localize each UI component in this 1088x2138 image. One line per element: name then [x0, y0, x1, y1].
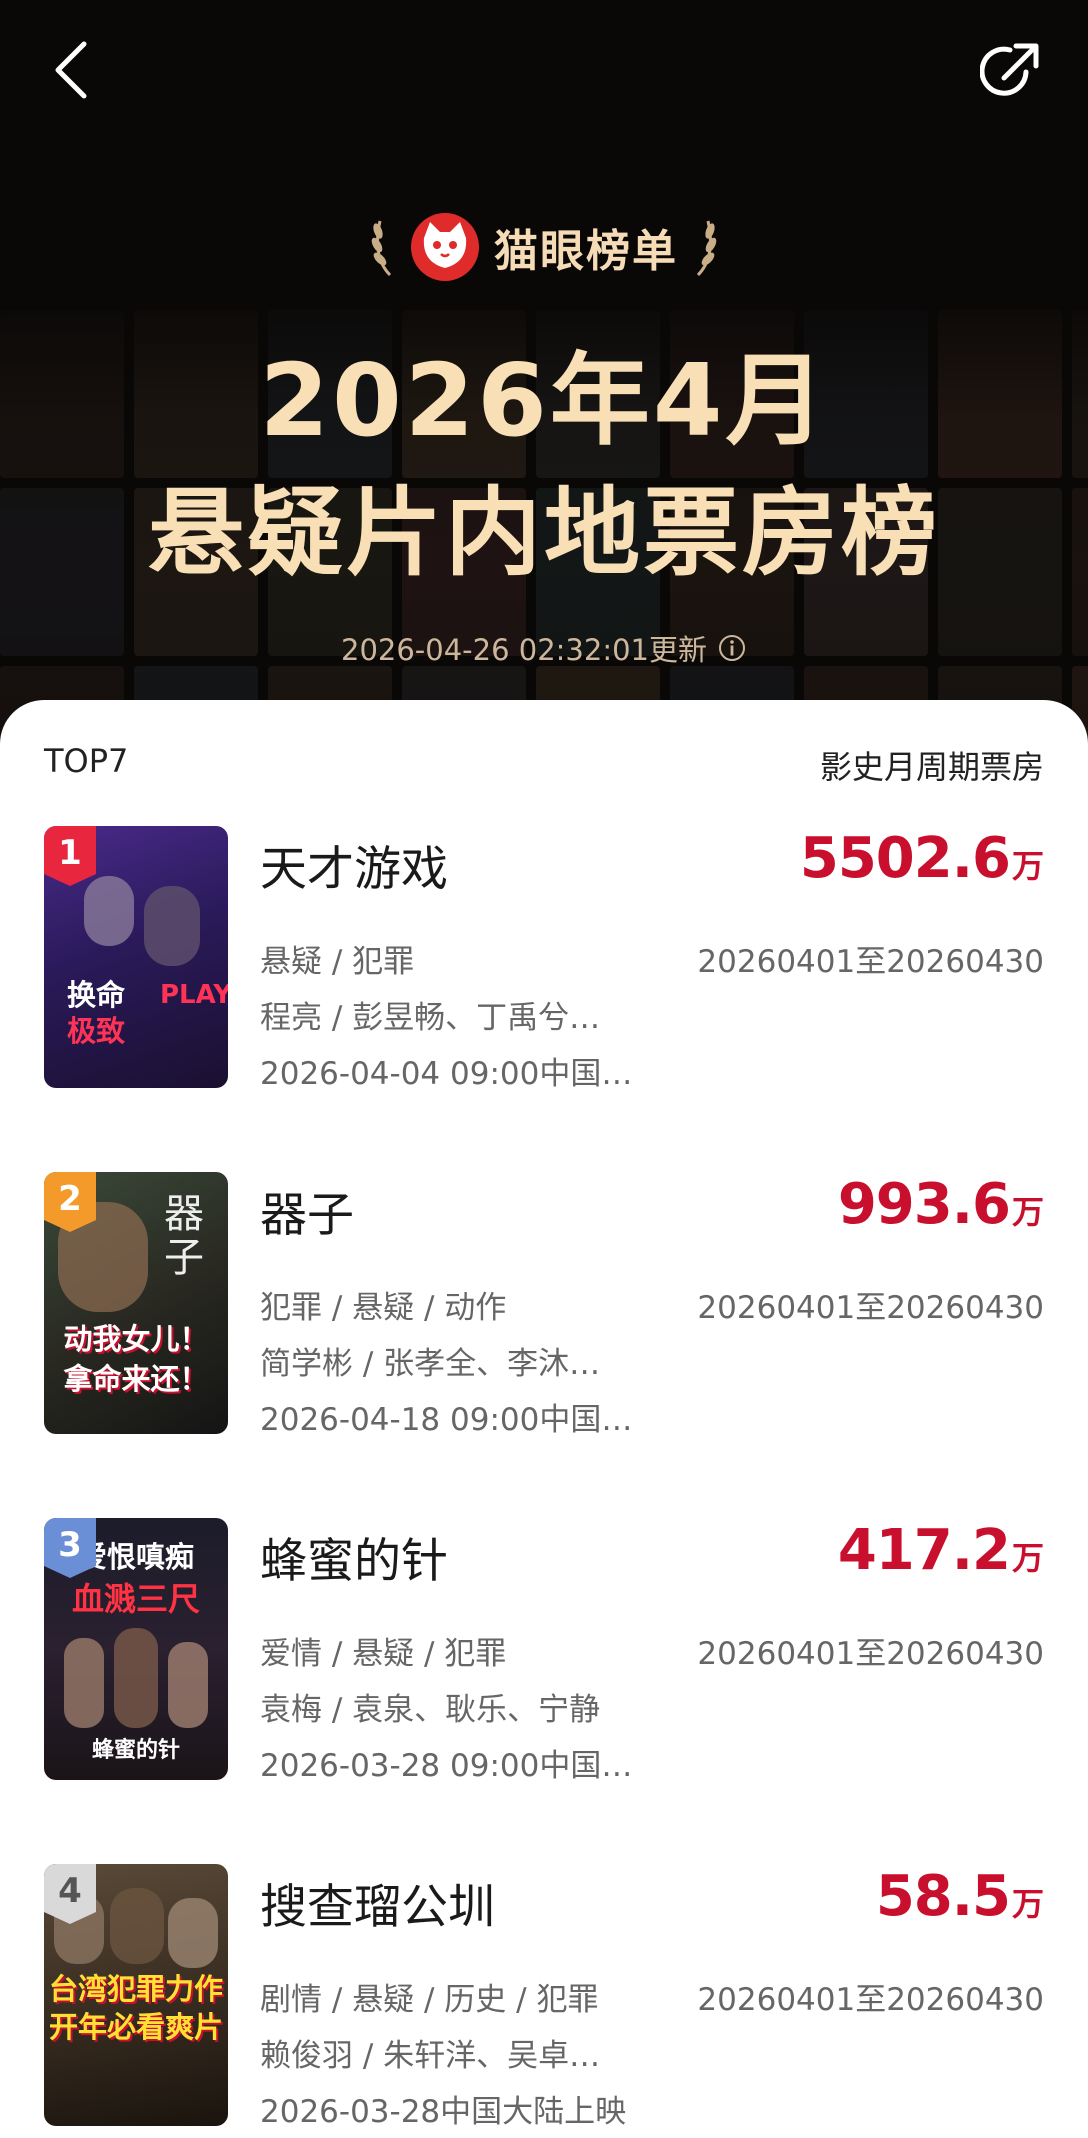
date-range: 20260401至20260430 — [697, 1290, 1044, 1326]
box-office-unit: 万 — [1011, 847, 1044, 885]
movie-genre: 爱情 / 悬疑 / 犯罪 — [260, 1636, 507, 1672]
ranking-item-4[interactable]: 台湾犯罪力作 开年必看爽片 4 搜查瑠公圳 58.5 万 剧情 / 悬疑 / 历… — [44, 1864, 1044, 2130]
date-range: 20260401至20260430 — [697, 1982, 1044, 2018]
movie-poster[interactable]: 器子 动我女儿！ 拿命来还！ 2 — [44, 1172, 228, 1434]
update-timestamp-row: 2026-04-26 02:32:01更新 — [0, 626, 1088, 670]
brand-row: 猫眼榜单 — [0, 212, 1088, 282]
movie-genre: 悬疑 / 犯罪 — [260, 944, 415, 980]
movie-cast: 简学彬 / 张孝全、李沐… — [260, 1346, 601, 1382]
list-header: TOP7 影史月周期票房 — [44, 742, 1044, 786]
movie-title[interactable]: 器子 — [260, 1176, 354, 1245]
movie-poster[interactable]: 换命 PLAY 极致 1 — [44, 826, 228, 1088]
rank-badge: 1 — [44, 826, 96, 886]
poster-caption: 开年必看爽片 — [48, 2010, 223, 2044]
box-office: 58.5 万 — [876, 1864, 1044, 1929]
rank-badge: 3 — [44, 1518, 96, 1578]
laurel-right-icon — [696, 220, 717, 277]
box-office-value: 417.2 — [837, 1518, 1011, 1583]
ranking-item-2[interactable]: 器子 动我女儿！ 拿命来还！ 2 器子 993.6 万 犯罪 / 悬疑 / 动作… — [44, 1172, 1044, 1438]
poster-caption: 动我女儿！ — [63, 1322, 209, 1356]
release-info: 2026-04-18 09:00中国… — [260, 1402, 633, 1438]
back-arrow-icon[interactable] — [48, 38, 98, 102]
ranking-list-sheet: TOP7 影史月周期票房 换命 PLAY 极致 1 天才游戏 5502.6 万 … — [0, 700, 1088, 2138]
maoyan-cat-logo — [411, 213, 479, 281]
poster-calligraphy: 器子 — [164, 1191, 204, 1281]
poster-caption: 蜂蜜的针 — [91, 1738, 180, 1763]
release-info: 2026-04-04 09:00中国… — [260, 1056, 633, 1092]
movie-cast: 程亮 / 彭昱畅、丁禹兮… — [260, 1000, 601, 1036]
ranking-item-3[interactable]: 爱恨嗔痴 血溅三尺 蜂蜜的针 3 蜂蜜的针 417.2 万 爱情 / 悬疑 / … — [44, 1518, 1044, 1784]
movie-title[interactable]: 天才游戏 — [260, 830, 448, 899]
page-title-date: 2026年4月 — [259, 342, 829, 459]
box-office-unit: 万 — [1011, 1885, 1044, 1923]
release-info: 2026-03-28 09:00中国… — [260, 1748, 633, 1784]
share-icon[interactable] — [979, 38, 1044, 102]
movie-cast: 袁梅 / 袁泉、耿乐、宁静 — [260, 1692, 601, 1728]
movie-poster[interactable]: 台湾犯罪力作 开年必看爽片 4 — [44, 1864, 228, 2126]
box-office: 5502.6 万 — [800, 826, 1044, 891]
update-timestamp: 2026-04-26 02:32:01更新 — [341, 633, 707, 667]
period-label: 影史月周期票房 — [819, 748, 1044, 786]
date-range: 20260401至20260430 — [697, 944, 1044, 980]
rank-badge: 4 — [44, 1864, 96, 1924]
movie-title[interactable]: 蜂蜜的针 — [260, 1522, 448, 1591]
brand-name: 猫眼榜单 — [494, 226, 678, 277]
movie-cast: 赖俊羽 / 朱轩洋、吴卓… — [260, 2038, 601, 2074]
box-office: 993.6 万 — [838, 1172, 1044, 1237]
box-office-value: 58.5 — [875, 1864, 1011, 1929]
page-title-category: 悬疑片内地票房榜 — [148, 477, 940, 589]
rank-badge: 2 — [44, 1172, 96, 1232]
box-office-value: 5502.6 — [799, 826, 1011, 891]
poster-caption: 台湾犯罪力作 — [48, 1972, 223, 2006]
movie-genre: 犯罪 / 悬疑 / 动作 — [260, 1290, 507, 1326]
box-office: 417.2 万 — [838, 1518, 1044, 1583]
poster-caption: 血溅三尺 — [71, 1580, 200, 1618]
movie-poster[interactable]: 爱恨嗔痴 血溅三尺 蜂蜜的针 3 — [44, 1518, 228, 1780]
info-icon[interactable] — [717, 633, 747, 663]
box-office-unit: 万 — [1011, 1193, 1044, 1231]
release-info: 2026-03-28中国大陆上映 — [260, 2094, 627, 2130]
top-count-label: TOP7 — [44, 742, 129, 780]
box-office-unit: 万 — [1011, 1539, 1044, 1577]
poster-caption: 拿命来还！ — [63, 1362, 209, 1396]
box-office-value: 993.6 — [837, 1172, 1011, 1237]
movie-genre: 剧情 / 悬疑 / 历史 / 犯罪 — [260, 1982, 599, 2018]
date-range: 20260401至20260430 — [697, 1636, 1044, 1672]
ranking-item-1[interactable]: 换命 PLAY 极致 1 天才游戏 5502.6 万 悬疑 / 犯罪 20260… — [44, 826, 1044, 1092]
movie-title[interactable]: 搜查瑠公圳 — [260, 1868, 495, 1937]
poster-caption: 极致 — [66, 1014, 125, 1048]
laurel-left-icon — [371, 220, 392, 277]
poster-caption: PLAY — [159, 980, 228, 1010]
